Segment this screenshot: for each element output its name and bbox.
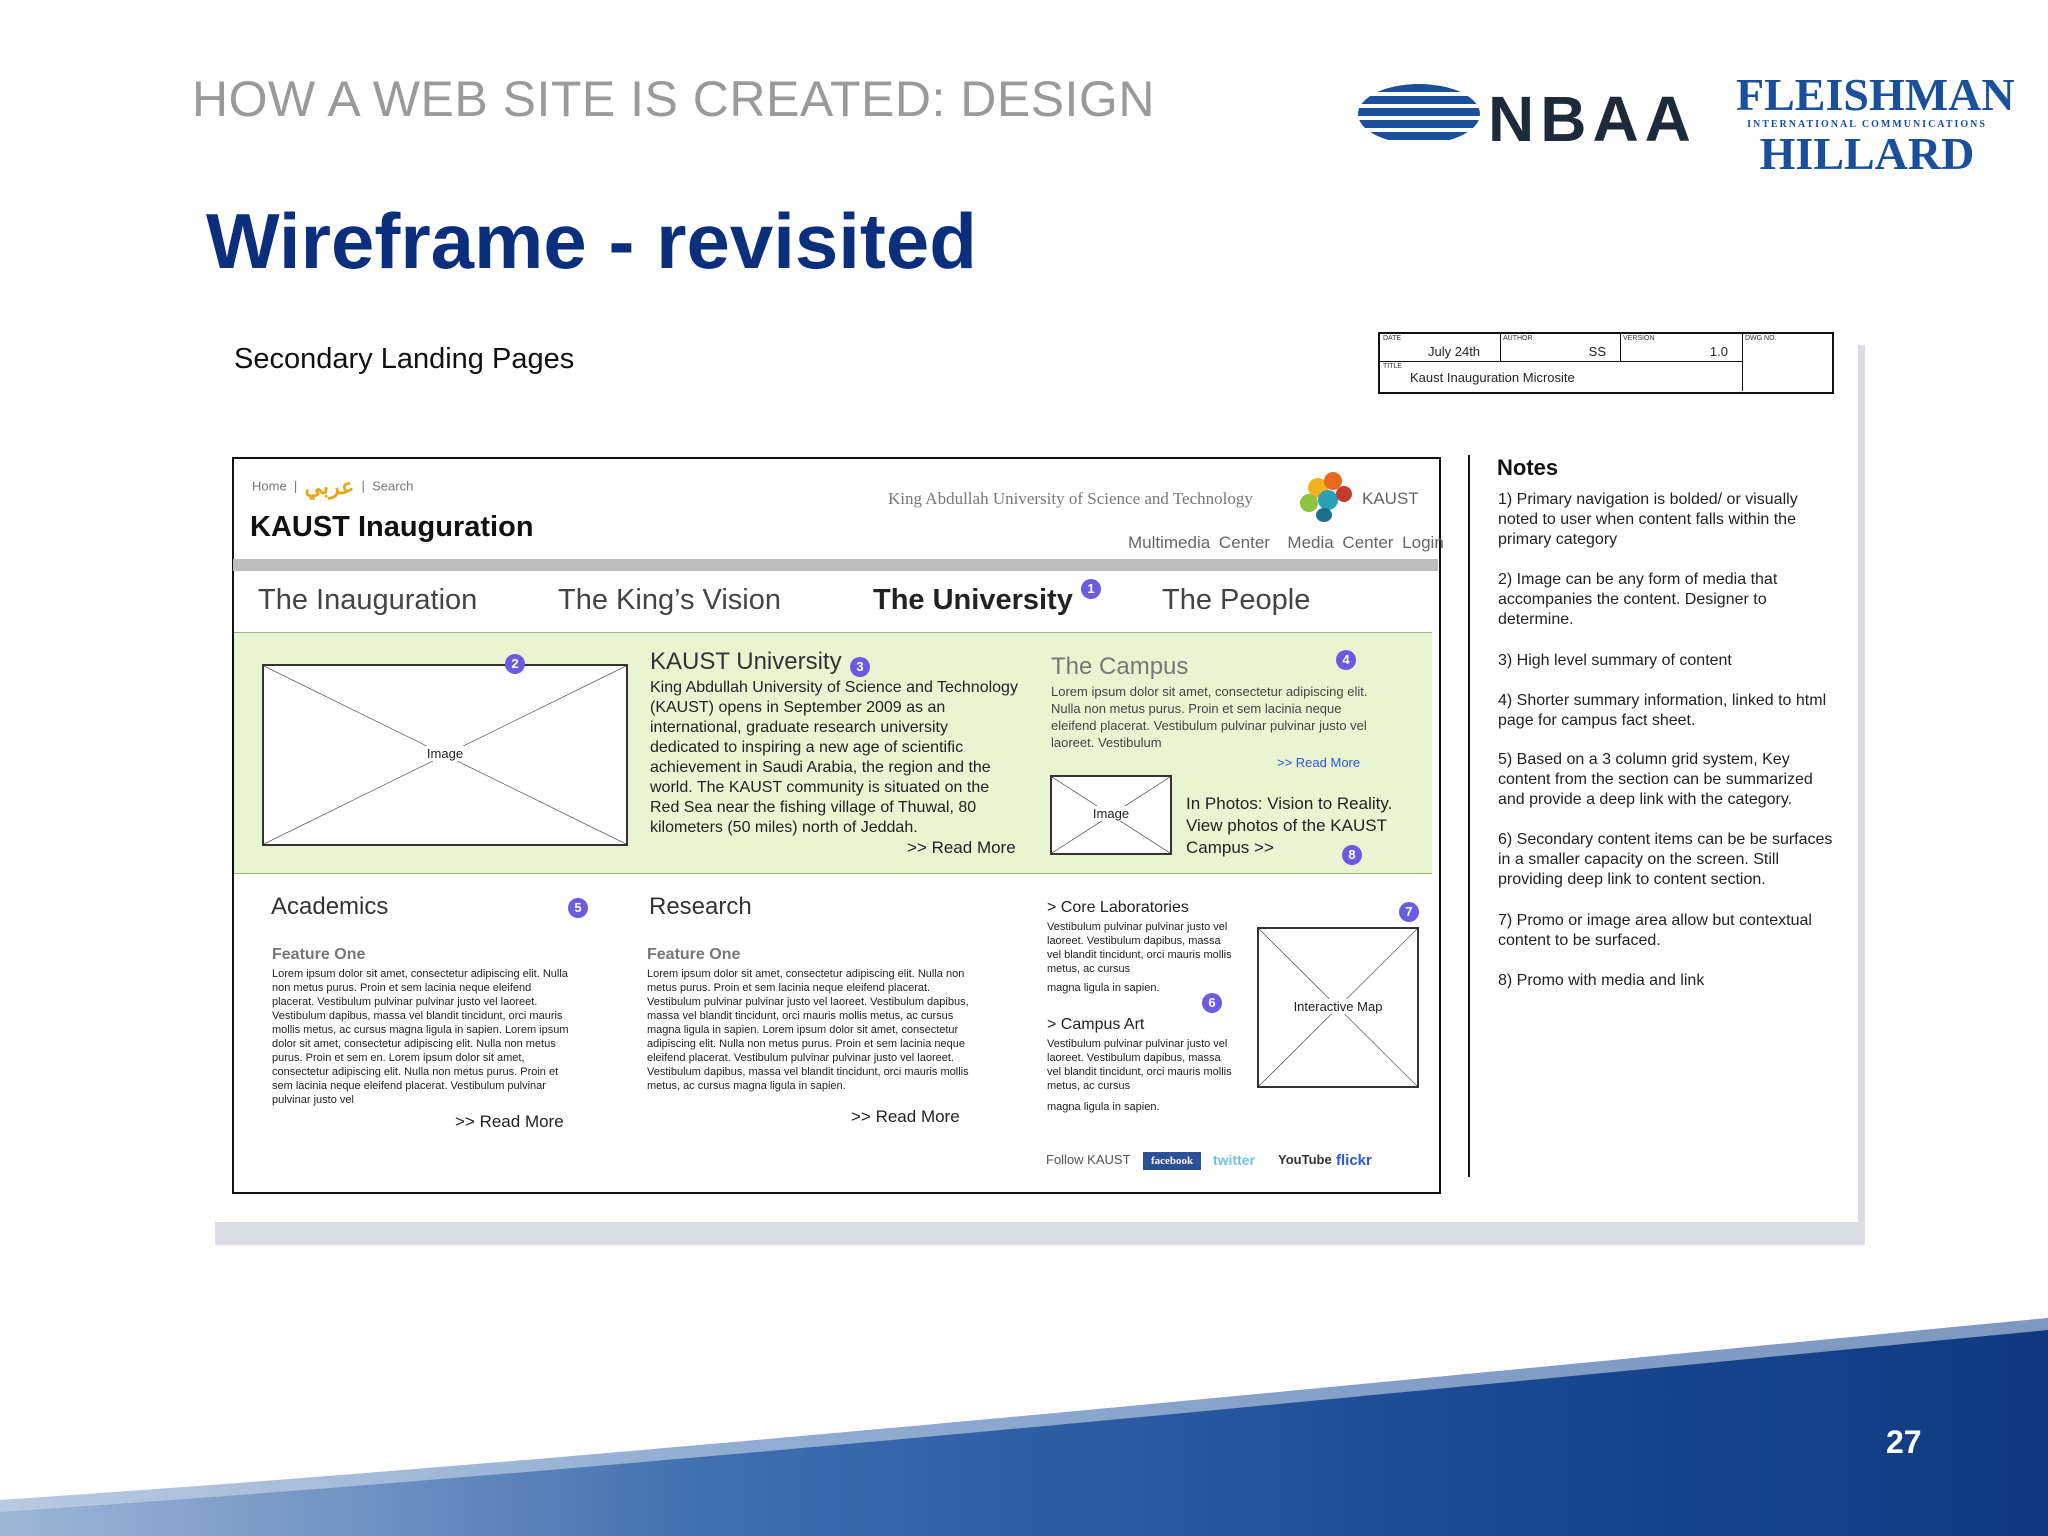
kaust-logo-icon	[1300, 472, 1370, 524]
campus-art-tail: magna ligula in sapien.	[1047, 1101, 1160, 1113]
fleishman-hillard-logo: FLEISHMAN INTERNATIONAL COMMUNICATIONS H…	[1736, 69, 2015, 179]
academics-body: Lorem ipsum dolor sit amet, consectetur …	[272, 968, 569, 1106]
note-badge-1: 1	[1081, 579, 1101, 599]
separator: |	[293, 478, 298, 494]
core-labs-body: Vestibulum pulvinar pulvinar justo vel l…	[1047, 921, 1232, 975]
author-label: AUTHOR	[1503, 335, 1533, 342]
dwg-cell: DWG NO.	[1742, 334, 1830, 361]
site-title[interactable]: KAUST Inauguration	[250, 511, 534, 544]
note-item: 1) Primary navigation is bolded/ or visu…	[1498, 491, 1798, 548]
note-item: 3) High level summary of content	[1498, 652, 1732, 669]
research-body: Lorem ipsum dolor sit amet, consectetur …	[647, 968, 969, 1092]
note-badge-7: 7	[1399, 902, 1419, 922]
kaust-university-heading: KAUST University	[650, 648, 842, 675]
note-item: 4) Shorter summary information, linked t…	[1498, 692, 1827, 729]
campus-heading: The Campus	[1051, 653, 1189, 680]
nav-item-university[interactable]: The University	[873, 584, 1073, 617]
slide-title: Wireframe - revisited	[206, 197, 977, 285]
academics-heading: Academics	[271, 893, 389, 920]
campus-read-more[interactable]: >> Read More	[1277, 755, 1360, 770]
research-read-more[interactable]: >> Read More	[851, 1107, 960, 1127]
title-label: TITLE	[1383, 363, 1403, 370]
fh-line1: FLEISHMAN	[1736, 69, 2015, 120]
nav-item-people[interactable]: The People	[1162, 584, 1310, 617]
nav-item-inauguration[interactable]: The Inauguration	[258, 584, 477, 617]
nbaa-wordmark: NBAA	[1488, 83, 1697, 155]
media-center-login-link[interactable]: Media Center Login	[1287, 533, 1443, 552]
primary-nav: The Inauguration The King’s Vision The U…	[258, 584, 1358, 622]
twitter-icon[interactable]: twitter	[1213, 1152, 1255, 1168]
research-heading: Research	[649, 893, 752, 920]
note-badge-5: 5	[568, 898, 588, 918]
dwg-label: DWG NO.	[1745, 335, 1777, 342]
header-divider	[233, 559, 1438, 571]
university-name: King Abdullah University of Science and …	[888, 489, 1253, 508]
slide-kicker: HOW A WEB SITE IS CREATED: DESIGN	[192, 71, 1155, 127]
academics-feature-title[interactable]: Feature One	[272, 946, 365, 964]
campus-image-caption: Image	[1089, 806, 1133, 821]
sheet-label: Secondary Landing Pages	[234, 343, 575, 375]
search-link[interactable]: Search	[372, 478, 413, 493]
separator: |	[361, 478, 365, 494]
nav-item-kings-vision[interactable]: The King’s Vision	[558, 584, 781, 617]
version-label: VERSION	[1623, 335, 1655, 342]
note-item: 8) Promo with media and link	[1498, 972, 1705, 989]
note-badge-6: 6	[1202, 993, 1222, 1013]
version-value: 1.0	[1709, 344, 1728, 359]
title-value: Kaust Inauguration Microsite	[1410, 370, 1575, 385]
author-value: SS	[1588, 344, 1606, 359]
note-item: 5) Based on a 3 column grid system, Key …	[1498, 751, 1813, 808]
campus-body: Lorem ipsum dolor sit amet, consectetur …	[1051, 684, 1368, 750]
title-block: DATE July 24th AUTHOR SS VERSION 1.0 DWG…	[1378, 332, 1834, 394]
campus-image-placeholder[interactable]: Image	[1050, 775, 1172, 855]
date-label: DATE	[1383, 335, 1402, 342]
kaust-wordmark: KAUST	[1362, 489, 1419, 508]
feature-image-placeholder[interactable]: Image	[262, 664, 628, 846]
author-cell: AUTHOR SS	[1500, 334, 1621, 361]
facebook-icon[interactable]: facebook	[1143, 1152, 1202, 1170]
title-row: TITLE Kaust Inauguration Microsite	[1380, 361, 1743, 391]
youtube-icon[interactable]: YouTube	[1278, 1152, 1332, 1167]
campus-art-link[interactable]: > Campus Art	[1047, 1016, 1144, 1034]
home-link[interactable]: Home	[252, 478, 287, 493]
version-cell: VERSION 1.0	[1620, 334, 1743, 361]
notes-divider	[1468, 455, 1470, 1177]
core-labs-link[interactable]: > Core Laboratories	[1047, 899, 1189, 917]
note-badge-4: 4	[1336, 650, 1356, 670]
notes-title: Notes	[1497, 455, 1559, 480]
globe-icon	[1358, 84, 1480, 144]
header-links: Multimedia Center Media Center Login	[1128, 533, 1444, 553]
kaust-university-read-more[interactable]: >> Read More	[907, 838, 1016, 858]
fh-line3: HILLARD	[1759, 128, 1975, 179]
photos-promo[interactable]: In Photos: Vision to Reality. View photo…	[1186, 793, 1406, 859]
core-labs-tail: magna ligula in sapien.	[1047, 982, 1160, 994]
footer-swoosh	[0, 1318, 2048, 1536]
date-cell: DATE July 24th	[1380, 334, 1501, 361]
arabic-link[interactable]: عربي	[305, 474, 355, 499]
flickr-icon[interactable]: flickr	[1336, 1152, 1372, 1169]
page-number: 27	[1886, 1424, 1922, 1460]
note-badge-3: 3	[850, 657, 870, 677]
map-caption: Interactive Map	[1289, 999, 1387, 1014]
academics-read-more[interactable]: >> Read More	[455, 1112, 564, 1132]
research-feature-title[interactable]: Feature One	[647, 946, 740, 964]
nbaa-logo: NBAA	[1358, 80, 1691, 155]
note-item: 7) Promo or image area allow but context…	[1498, 912, 1812, 949]
multimedia-center-link[interactable]: Multimedia Center	[1128, 533, 1270, 552]
utility-links: Home | عربي | Search	[252, 474, 413, 500]
note-item: 2) Image can be any form of media that a…	[1498, 571, 1778, 628]
date-value: July 24th	[1428, 344, 1481, 359]
note-badge-2: 2	[505, 654, 525, 674]
note-badge-8: 8	[1342, 845, 1362, 865]
note-item: 6) Secondary content items can be be sur…	[1498, 831, 1833, 888]
kaust-university-body: King Abdullah University of Science and …	[650, 679, 1018, 836]
campus-art-body: Vestibulum pulvinar pulvinar justo vel l…	[1047, 1038, 1232, 1092]
follow-label: Follow KAUST	[1046, 1152, 1131, 1167]
image-caption: Image	[422, 746, 468, 761]
interactive-map-placeholder[interactable]: Interactive Map	[1257, 927, 1419, 1088]
